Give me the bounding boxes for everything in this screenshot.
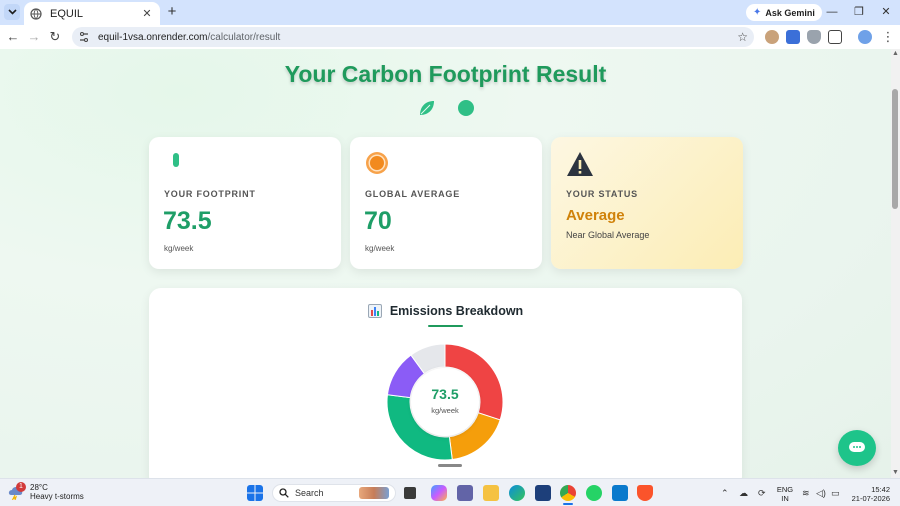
shield-extension-icon[interactable]	[807, 30, 821, 44]
scroll-handle[interactable]	[438, 464, 462, 467]
search-highlight-image	[359, 487, 389, 499]
global-average-unit: kg/week	[365, 244, 395, 253]
donut-center-unit: kg/week	[431, 406, 459, 415]
decorative-dot-icon	[458, 100, 474, 116]
clock[interactable]: 15:42 21-07-2026	[850, 485, 890, 503]
language-code: ENG	[776, 485, 794, 494]
scroll-down-arrow-icon[interactable]: ▼	[891, 469, 900, 477]
weather-temperature: 28°C	[30, 483, 48, 492]
browser-toolbar: ← → ↻ equil-1vsa.onrender.com/calculator…	[0, 25, 900, 49]
sync-icon[interactable]: ⟳	[758, 488, 766, 499]
whatsapp-icon[interactable]	[586, 485, 602, 501]
clock-time: 15:42	[871, 485, 890, 494]
donut-center-hole	[411, 368, 479, 436]
weather-widget[interactable]: 1 28°C Heavy t-storms	[8, 482, 84, 501]
active-app-indicator	[563, 503, 573, 505]
chat-button[interactable]	[838, 430, 876, 466]
clock-date: 21-07-2026	[851, 494, 890, 503]
extensions-puzzle-icon[interactable]	[828, 30, 842, 44]
emissions-breakdown-card: Emissions Breakdown 73.5 kg/week	[149, 288, 742, 478]
url-text: equil-1vsa.onrender.com/calculator/resul…	[98, 32, 737, 43]
tab-title: EQUIL	[50, 7, 84, 20]
breakdown-header: Emissions Breakdown	[149, 304, 742, 318]
page-title: Your Carbon Footprint Result	[284, 61, 607, 87]
status-card: YOUR STATUS Average Near Global Average	[551, 137, 743, 269]
screen-extension-icon[interactable]	[786, 30, 800, 44]
browser-tab-bar: EQUIL ✕ + ✦ Ask Gemini — ❐ ✕	[0, 0, 900, 25]
wifi-icon[interactable]: ≋	[802, 488, 810, 499]
edge-browser-icon[interactable]	[509, 485, 525, 501]
footprint-unit: kg/week	[164, 244, 194, 253]
tab-close-icon[interactable]: ✕	[140, 7, 154, 20]
global-average-label: GLOBAL AVERAGE	[365, 189, 461, 199]
url-host: equil-1vsa.onrender.com	[98, 31, 208, 43]
page-scrollbar[interactable]: ▲ ▼	[891, 49, 900, 478]
volume-icon[interactable]: ◁)	[816, 488, 826, 499]
status-label: YOUR STATUS	[566, 189, 638, 199]
brave-icon[interactable]	[637, 485, 653, 501]
task-view-icon[interactable]	[404, 487, 416, 499]
back-arrow-icon[interactable]: ←	[4, 28, 22, 46]
store-icon[interactable]	[535, 485, 551, 501]
windows-taskbar: 1 28°C Heavy t-storms Search ⌃ ☁ ⟳ ENG I…	[0, 478, 900, 506]
copilot-icon[interactable]	[431, 485, 447, 501]
weather-description: Heavy t-storms	[30, 492, 84, 501]
file-explorer-icon[interactable]	[483, 485, 499, 501]
taskbar-search-box[interactable]: Search	[272, 484, 396, 502]
emissions-donut-chart	[386, 343, 504, 461]
page-content: Your Carbon Footprint Result YOUR FOOTPR…	[0, 49, 891, 478]
leaf-icon	[420, 101, 434, 115]
scrollbar-thumb[interactable]	[892, 89, 898, 209]
globe-icon	[30, 7, 42, 20]
scroll-up-arrow-icon[interactable]: ▲	[891, 50, 900, 58]
storm-cloud-icon: 1	[8, 482, 26, 501]
close-window-button[interactable]: ✕	[874, 3, 898, 21]
gemini-sparkle-icon: ✦	[753, 7, 762, 18]
restore-window-button[interactable]: ❐	[847, 3, 871, 21]
show-hidden-icons-chevron-icon[interactable]: ⌃	[721, 488, 729, 499]
ask-gemini-label: Ask Gemini	[765, 7, 815, 18]
windows-start-icon[interactable]	[247, 485, 263, 501]
profile-extension-icon[interactable]	[765, 30, 779, 44]
teams-icon[interactable]	[457, 485, 473, 501]
global-average-card: GLOBAL AVERAGE 70 kg/week	[350, 137, 542, 269]
ask-gemini-button[interactable]: ✦ Ask Gemini	[746, 4, 822, 21]
footprint-card: YOUR FOOTPRINT 73.5 kg/week	[149, 137, 341, 269]
url-path: /calculator/result	[207, 31, 281, 43]
search-icon	[279, 488, 289, 498]
footprint-label: YOUR FOOTPRINT	[164, 189, 256, 199]
reload-icon[interactable]: ↻	[46, 28, 64, 46]
weather-alert-badge: 1	[16, 482, 26, 492]
warning-icon	[567, 152, 593, 176]
status-description: Near Global Average	[566, 230, 650, 240]
language-region: IN	[781, 494, 789, 503]
status-value: Average	[566, 207, 625, 224]
forward-arrow-icon[interactable]: →	[25, 28, 43, 46]
minimize-window-button[interactable]: —	[820, 3, 844, 21]
search-label: Search	[295, 488, 324, 498]
donut-center-value: 73.5	[431, 386, 459, 402]
browser-menu-icon[interactable]: ⋮	[879, 28, 897, 46]
footprint-value: 73.5	[163, 207, 212, 235]
language-indicator[interactable]: ENG IN	[775, 485, 795, 503]
tab-search-chevron-icon[interactable]	[4, 4, 20, 20]
address-bar[interactable]: equil-1vsa.onrender.com/calculator/resul…	[72, 27, 754, 47]
bar-chart-icon	[367, 304, 382, 318]
new-tab-button[interactable]: +	[164, 4, 180, 20]
breakdown-title-underline	[428, 325, 463, 327]
globe-target-icon	[366, 152, 388, 174]
battery-icon[interactable]: ▭	[831, 488, 840, 499]
profile-avatar-icon[interactable]	[858, 30, 872, 44]
footprint-icon	[173, 153, 179, 167]
global-average-value: 70	[364, 207, 392, 235]
breakdown-title: Emissions Breakdown	[389, 304, 524, 318]
site-info-icon[interactable]	[78, 31, 90, 43]
chrome-icon[interactable]	[560, 485, 576, 501]
vscode-icon[interactable]	[612, 485, 628, 501]
onedrive-cloud-icon[interactable]: ☁	[739, 488, 748, 499]
chat-bubble-icon	[849, 442, 865, 452]
bookmark-star-icon[interactable]: ☆	[737, 30, 748, 44]
browser-tab-equil[interactable]: EQUIL ✕	[24, 2, 160, 25]
